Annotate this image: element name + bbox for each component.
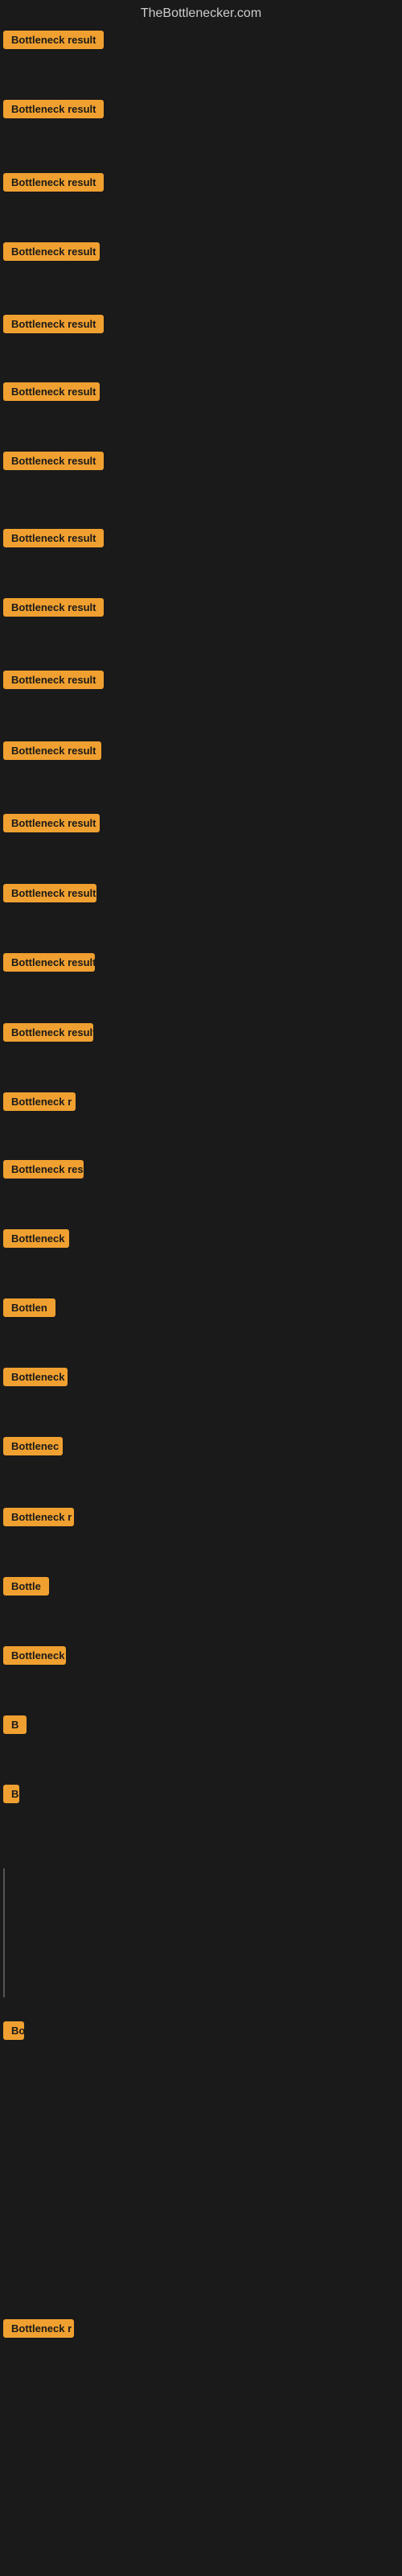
bottleneck-item-12[interactable]: Bottleneck result [3,884,96,906]
bottleneck-badge-22[interactable]: Bottle [3,1577,49,1596]
bottleneck-badge-18[interactable]: Bottlen [3,1298,55,1317]
bottleneck-item-24[interactable]: B [3,1715,27,1738]
bottleneck-item-21[interactable]: Bottleneck r [3,1508,74,1530]
bottleneck-badge-17[interactable]: Bottleneck [3,1229,69,1248]
bottleneck-item-5[interactable]: Bottleneck result [3,382,100,405]
divider-27 [3,1933,5,1997]
bottleneck-list: Bottleneck result Bottleneck result Bottle… [0,31,402,2574]
bottleneck-badge-14[interactable]: Bottleneck result [3,1023,93,1042]
bottleneck-item-7[interactable]: Bottleneck result [3,529,104,551]
bottleneck-badge-5[interactable]: Bottleneck result [3,382,100,401]
bottleneck-badge-20[interactable]: Bottlenec [3,1437,63,1455]
bottleneck-item-14[interactable]: Bottleneck result [3,1023,93,1046]
bottleneck-item-28[interactable]: Bo [3,2021,24,2044]
bottleneck-badge-24[interactable]: B [3,1715,27,1734]
bottleneck-badge-19[interactable]: Bottleneck [3,1368,68,1386]
bottleneck-item-15[interactable]: Bottleneck r [3,1092,76,1115]
bottleneck-item-13[interactable]: Bottleneck result [3,953,95,976]
bottleneck-item-20[interactable]: Bottlenec [3,1437,63,1459]
bottleneck-item-25[interactable]: B [3,1785,19,1807]
bottleneck-badge-1[interactable]: Bottleneck result [3,100,104,118]
bottleneck-item-17[interactable]: Bottleneck [3,1229,69,1252]
bottleneck-item-18[interactable]: Bottlen [3,1298,55,1321]
bottleneck-badge-4[interactable]: Bottleneck result [3,315,104,333]
bottleneck-badge-3[interactable]: Bottleneck result [3,242,100,261]
bottleneck-badge-13[interactable]: Bottleneck result [3,953,95,972]
bottleneck-badge-6[interactable]: Bottleneck result [3,452,104,470]
bottleneck-item-4[interactable]: Bottleneck result [3,315,104,337]
bottleneck-item-6[interactable]: Bottleneck result [3,452,104,474]
bottleneck-item-10[interactable]: Bottleneck result [3,741,101,764]
bottleneck-item-22[interactable]: Bottle [3,1577,49,1600]
bottleneck-item-23[interactable]: Bottleneck [3,1646,66,1669]
divider-26 [3,1868,5,1933]
bottleneck-item-8[interactable]: Bottleneck result [3,598,104,621]
bottleneck-badge-23[interactable]: Bottleneck [3,1646,66,1665]
site-header: TheBottlenecker.com [0,0,402,31]
bottleneck-badge-12[interactable]: Bottleneck result [3,884,96,902]
bottleneck-badge-11[interactable]: Bottleneck result [3,814,100,832]
bottleneck-item-19[interactable]: Bottleneck [3,1368,68,1390]
bottleneck-badge-15[interactable]: Bottleneck r [3,1092,76,1111]
bottleneck-item-11[interactable]: Bottleneck result [3,814,100,836]
bottleneck-badge-21[interactable]: Bottleneck r [3,1508,74,1526]
bottleneck-badge-31[interactable]: Bottleneck r [3,2319,74,2338]
bottleneck-badge-10[interactable]: Bottleneck result [3,741,101,760]
bottleneck-item-2[interactable]: Bottleneck result [3,173,104,196]
bottleneck-badge-0[interactable]: Bottleneck result [3,31,104,49]
bottleneck-item-9[interactable]: Bottleneck result [3,671,104,693]
bottleneck-badge-9[interactable]: Bottleneck result [3,671,104,689]
site-title: TheBottlenecker.com [0,0,402,31]
bottleneck-item-31[interactable]: Bottleneck r [3,2319,74,2342]
bottleneck-item-3[interactable]: Bottleneck result [3,242,100,265]
bottleneck-badge-16[interactable]: Bottleneck resu [3,1160,84,1179]
bottleneck-badge-28[interactable]: Bo [3,2021,24,2040]
bottleneck-badge-2[interactable]: Bottleneck result [3,173,104,192]
bottleneck-badge-25[interactable]: B [3,1785,19,1803]
bottleneck-item-0[interactable]: Bottleneck result [3,31,104,53]
bottleneck-item-1[interactable]: Bottleneck result [3,100,104,122]
bottleneck-item-16[interactable]: Bottleneck resu [3,1160,84,1183]
bottleneck-badge-7[interactable]: Bottleneck result [3,529,104,547]
bottleneck-badge-8[interactable]: Bottleneck result [3,598,104,617]
